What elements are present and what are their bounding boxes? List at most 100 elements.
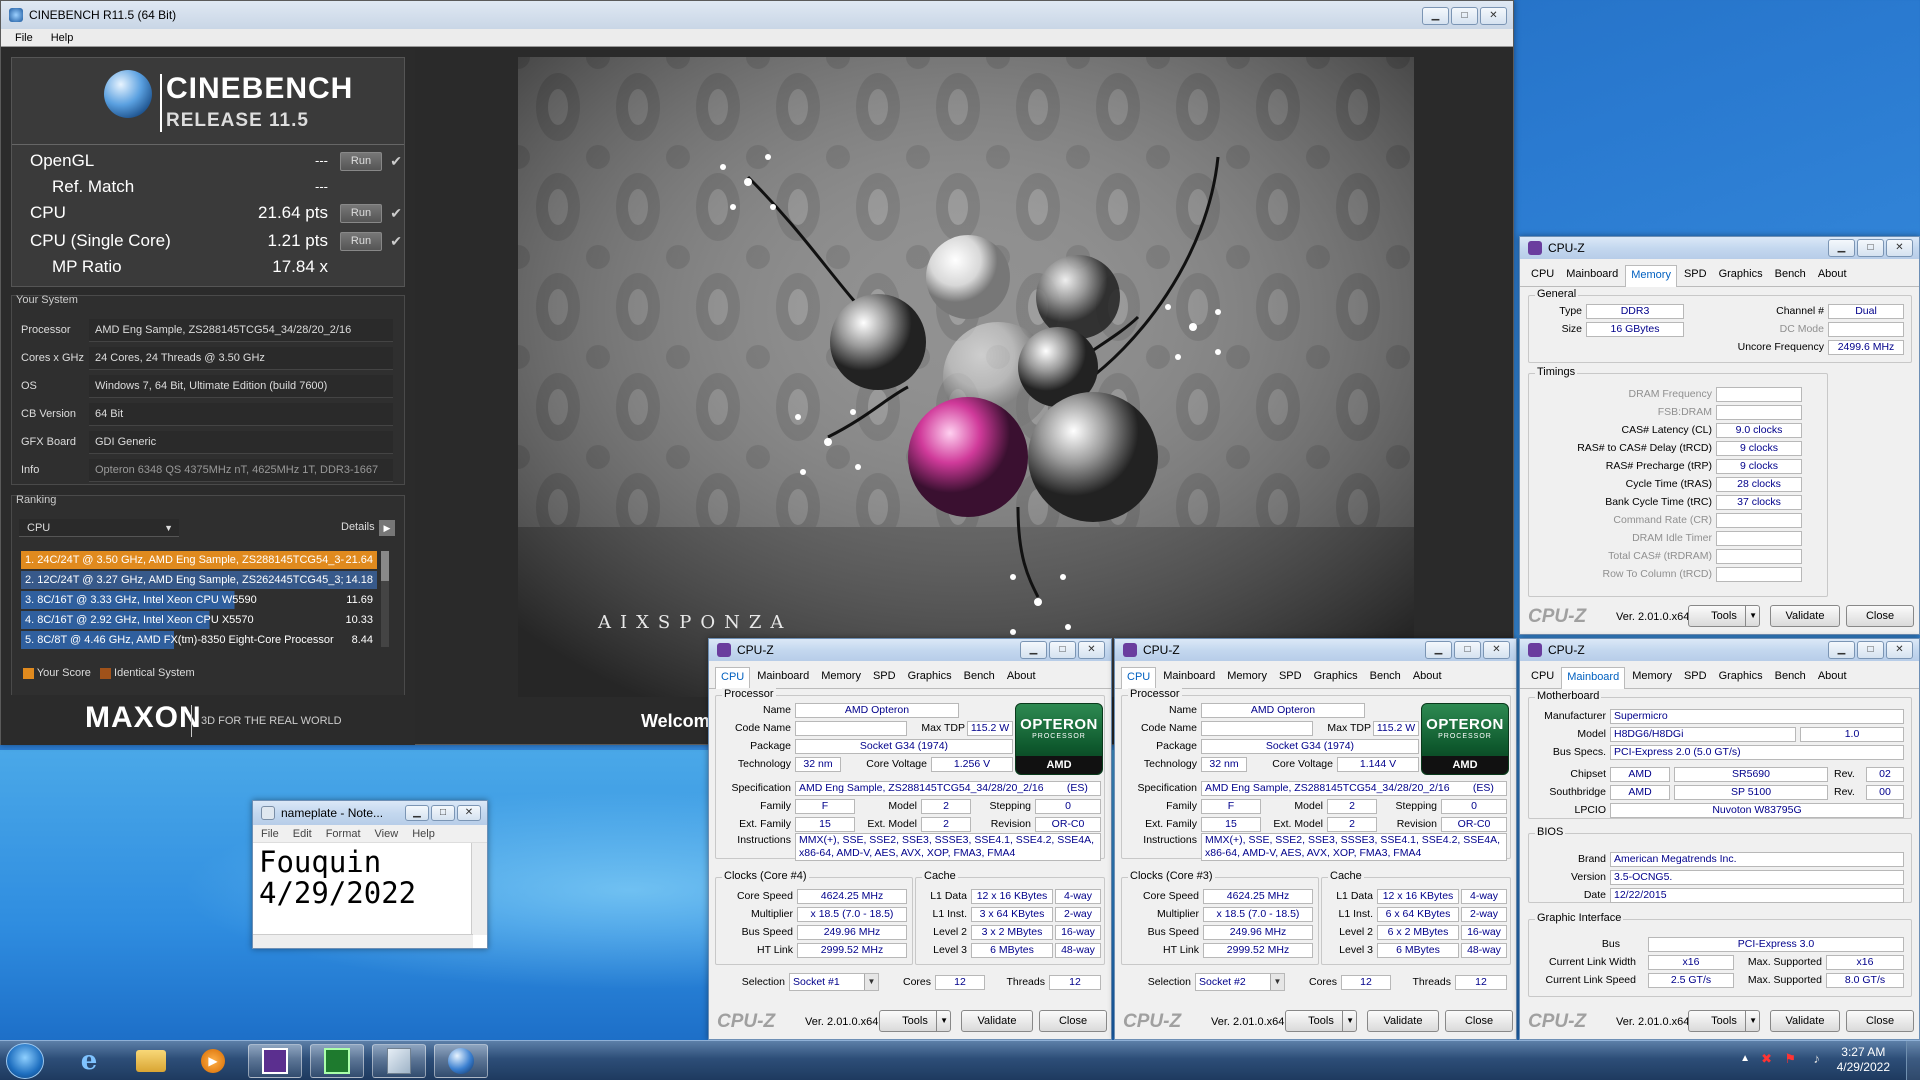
- task-manager-icon[interactable]: [310, 1044, 364, 1078]
- cpuz-titlebar[interactable]: CPU-Z ▁ □ ✕: [709, 639, 1111, 661]
- close-icon[interactable]: ✕: [1886, 239, 1913, 257]
- scroll-thumb[interactable]: [381, 551, 389, 581]
- tab-cpu[interactable]: CPU: [1526, 265, 1559, 287]
- horizontal-scrollbar[interactable]: [253, 934, 473, 948]
- close-button[interactable]: Close: [1039, 1010, 1107, 1032]
- menu-view[interactable]: View: [375, 825, 399, 842]
- minimize-icon[interactable]: ▁: [1425, 641, 1452, 659]
- tab-mainboard[interactable]: Mainboard: [1158, 667, 1220, 689]
- cinebench-titlebar[interactable]: CINEBENCH R11.5 (64 Bit) ▁ □ ✕: [1, 1, 1513, 29]
- tools-button[interactable]: Tools ▼: [879, 1010, 951, 1032]
- close-icon[interactable]: ✕: [457, 805, 481, 821]
- close-button[interactable]: Close: [1846, 605, 1914, 627]
- run-opengl-button[interactable]: Run: [340, 152, 382, 171]
- tab-graphics[interactable]: Graphics: [1714, 667, 1768, 689]
- menu-help[interactable]: Help: [412, 825, 435, 842]
- vertical-scrollbar[interactable]: [471, 843, 487, 935]
- tab-memory[interactable]: Memory: [1222, 667, 1272, 689]
- menu-format[interactable]: Format: [326, 825, 361, 842]
- tab-bench[interactable]: Bench: [1365, 667, 1406, 689]
- details-arrow-icon[interactable]: ▶: [379, 520, 395, 536]
- system-clock[interactable]: 3:27 AM 4/29/2022: [1837, 1045, 1890, 1075]
- checkbox-icon[interactable]: ✔: [390, 230, 402, 252]
- cpuz-titlebar[interactable]: CPU-Z ▁ □ ✕: [1520, 639, 1919, 661]
- tools-button[interactable]: Tools ▼: [1285, 1010, 1357, 1032]
- tab-bench[interactable]: Bench: [959, 667, 1000, 689]
- maximize-icon[interactable]: □: [1857, 239, 1884, 257]
- minimize-icon[interactable]: ▁: [1828, 239, 1855, 257]
- tab-spd[interactable]: SPD: [868, 667, 901, 689]
- tab-spd[interactable]: SPD: [1679, 667, 1712, 689]
- maximize-icon[interactable]: □: [431, 805, 455, 821]
- tab-about[interactable]: About: [1813, 265, 1852, 287]
- minimize-icon[interactable]: ▁: [1828, 641, 1855, 659]
- notepad-titlebar[interactable]: nameplate - Note... ▁ □ ✕: [253, 801, 487, 825]
- menu-help[interactable]: Help: [51, 29, 74, 46]
- maximize-icon[interactable]: □: [1049, 641, 1076, 659]
- tools-button[interactable]: Tools ▼: [1688, 605, 1760, 627]
- tab-cpu[interactable]: CPU: [1526, 667, 1559, 689]
- tab-memory[interactable]: Memory: [1625, 265, 1677, 287]
- internet-explorer-icon[interactable]: e: [62, 1044, 116, 1078]
- explorer-folder-icon[interactable]: [124, 1044, 178, 1078]
- maximize-icon[interactable]: □: [1857, 641, 1884, 659]
- cpuz-titlebar[interactable]: CPU-Z ▁ □ ✕: [1115, 639, 1516, 661]
- validate-button[interactable]: Validate: [1770, 605, 1840, 627]
- cinebench-taskbar-icon[interactable]: [434, 1044, 488, 1078]
- ranking-row[interactable]: 2. 12C/24T @ 3.27 GHz, AMD Eng Sample, Z…: [21, 571, 377, 589]
- minimize-icon[interactable]: ▁: [405, 805, 429, 821]
- socket-select[interactable]: Socket #2 ▼: [1195, 973, 1285, 991]
- network-icon[interactable]: ✖: [1761, 1051, 1772, 1067]
- tab-bench[interactable]: Bench: [1770, 265, 1811, 287]
- validate-button[interactable]: Validate: [961, 1010, 1033, 1032]
- ranking-row[interactable]: 1. 24C/24T @ 3.50 GHz, AMD Eng Sample, Z…: [21, 551, 377, 569]
- close-icon[interactable]: ✕: [1886, 641, 1913, 659]
- media-player-icon[interactable]: ▶: [186, 1044, 240, 1078]
- close-icon[interactable]: ✕: [1480, 7, 1507, 25]
- checkbox-icon[interactable]: ✔: [390, 150, 402, 172]
- action-center-icon[interactable]: ⚑: [1784, 1051, 1796, 1067]
- close-icon[interactable]: ✕: [1483, 641, 1510, 659]
- volume-icon[interactable]: ♪: [1814, 1051, 1821, 1066]
- close-button[interactable]: Close: [1846, 1010, 1914, 1032]
- maximize-icon[interactable]: □: [1454, 641, 1481, 659]
- tools-button[interactable]: Tools ▼: [1688, 1010, 1760, 1032]
- show-hidden-icons-icon[interactable]: ▲: [1740, 1053, 1750, 1064]
- show-desktop-button[interactable]: [1906, 1041, 1920, 1080]
- socket-select[interactable]: Socket #1 ▼: [789, 973, 879, 991]
- maximize-icon[interactable]: □: [1451, 7, 1478, 25]
- menu-edit[interactable]: Edit: [293, 825, 312, 842]
- ranking-row[interactable]: 3. 8C/16T @ 3.33 GHz, Intel Xeon CPU W55…: [21, 591, 377, 609]
- tab-spd[interactable]: SPD: [1274, 667, 1307, 689]
- run-single-core-button[interactable]: Run: [340, 232, 382, 251]
- tab-spd[interactable]: SPD: [1679, 265, 1712, 287]
- tab-cpu[interactable]: CPU: [715, 667, 751, 689]
- details-button[interactable]: Details: [341, 521, 375, 533]
- ranking-row[interactable]: 5. 8C/8T @ 4.46 GHz, AMD FX(tm)-8350 Eig…: [21, 631, 377, 649]
- close-button[interactable]: Close: [1445, 1010, 1513, 1032]
- tab-about[interactable]: About: [1408, 667, 1447, 689]
- tab-about[interactable]: About: [1813, 667, 1852, 689]
- tab-about[interactable]: About: [1002, 667, 1041, 689]
- tab-graphics[interactable]: Graphics: [903, 667, 957, 689]
- start-button[interactable]: [6, 1043, 44, 1079]
- minimize-icon[interactable]: ▁: [1020, 641, 1047, 659]
- validate-button[interactable]: Validate: [1367, 1010, 1439, 1032]
- tab-mainboard[interactable]: Mainboard: [1561, 667, 1626, 689]
- tab-memory[interactable]: Memory: [1627, 667, 1677, 689]
- notepad-taskbar-icon[interactable]: [372, 1044, 426, 1078]
- tab-mainboard[interactable]: Mainboard: [1561, 265, 1623, 287]
- run-cpu-button[interactable]: Run: [340, 204, 382, 223]
- minimize-icon[interactable]: ▁: [1422, 7, 1449, 25]
- menu-file[interactable]: File: [15, 29, 33, 46]
- tab-mainboard[interactable]: Mainboard: [752, 667, 814, 689]
- close-icon[interactable]: ✕: [1078, 641, 1105, 659]
- notepad-text-area[interactable]: Fouquin 4/29/2022: [253, 843, 473, 933]
- cpuz-titlebar[interactable]: CPU-Z ▁ □ ✕: [1520, 237, 1919, 259]
- tab-graphics[interactable]: Graphics: [1714, 265, 1768, 287]
- validate-button[interactable]: Validate: [1770, 1010, 1840, 1032]
- tab-memory[interactable]: Memory: [816, 667, 866, 689]
- menu-file[interactable]: File: [261, 825, 279, 842]
- cpuz-taskbar-icon[interactable]: [248, 1044, 302, 1078]
- tab-cpu[interactable]: CPU: [1121, 667, 1157, 689]
